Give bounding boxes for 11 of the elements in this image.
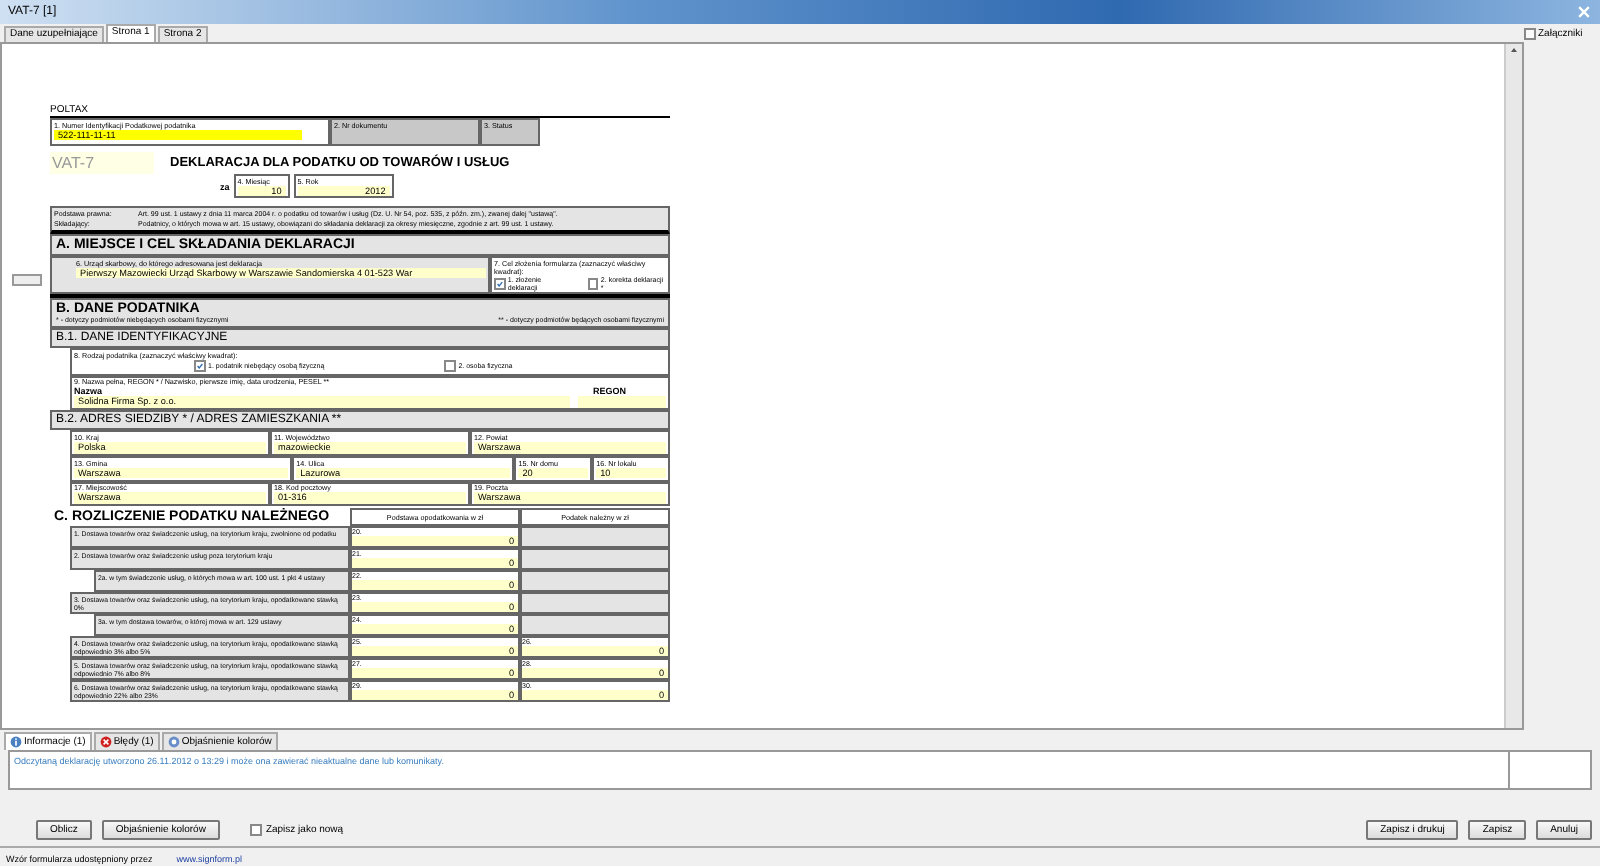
checkbox[interactable] [194, 360, 206, 373]
scroll-up-icon[interactable] [1508, 44, 1520, 56]
close-icon[interactable] [1576, 4, 1592, 20]
side-button[interactable] [11, 274, 41, 286]
form-symbol: VAT-7 [50, 152, 154, 174]
checkbox[interactable] [249, 824, 262, 836]
checkbox[interactable] [444, 360, 457, 373]
checkbox[interactable] [587, 277, 599, 290]
scrollbar[interactable] [1504, 44, 1522, 728]
toggle-button[interactable] [1524, 28, 1536, 40]
checkbox[interactable] [494, 277, 506, 290]
